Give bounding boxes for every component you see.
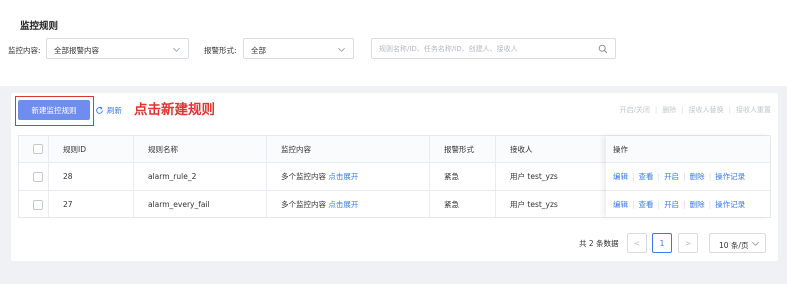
rule-id: 27 [63,200,73,209]
batch-toggle-button[interactable]: 开启/关闭 [620,105,650,115]
search-icon[interactable] [598,44,608,54]
select-all-checkbox[interactable] [33,144,43,154]
batch-delete-button[interactable]: 删除 [662,105,676,115]
batch-actions: 开启/关闭 | 删除 | 接收人替换 | 接收人重置 [619,105,771,115]
next-page-button[interactable]: > [678,233,698,253]
chevron-down-icon [752,241,759,246]
row-checkbox[interactable] [33,199,43,210]
alarm-filter-label: 报警形式: [204,46,237,55]
column-divider [429,136,430,217]
pagination-total: 共 2 条数据 [579,239,619,248]
rule-content: 多个监控内容 [281,172,326,181]
rule-name: alarm_rule_2 [148,172,197,181]
refresh-label: 刷新 [107,106,122,115]
column-divider [266,136,267,217]
header-content: 监控内容 [281,144,311,154]
column-divider [495,136,496,217]
page-size-select[interactable]: 10 条/页 [709,233,766,253]
chevron-down-icon [173,47,180,52]
filter-panel: 监控规则 监控内容: 全部报警内容 报警形式: 全部 [0,0,787,86]
column-divider [133,136,134,217]
rule-receiver: 用户 test_yzs [510,200,558,209]
prev-page-button[interactable]: < [627,233,647,253]
expand-link[interactable]: 点击展开 [328,199,358,210]
rule-receiver: 用户 test_yzs [510,172,558,181]
content-filter-value: 全部报警内容 [54,46,99,55]
rule-name: alarm_every_fail [148,200,210,209]
alarm-filter-select[interactable]: 全部 [243,38,354,59]
alarm-filter-value: 全部 [251,46,266,55]
rule-id: 28 [63,172,73,181]
header-rule-id: 规则ID [63,144,86,154]
rule-alarm-type: 紧急 [444,172,459,181]
expand-link[interactable]: 点击展开 [328,171,358,182]
page-1-button[interactable]: 1 [652,233,672,253]
refresh-button[interactable]: 刷新 [95,105,122,116]
page-title: 监控规则 [20,21,59,32]
batch-replace-receiver-button[interactable]: 接收人替换 [689,105,724,115]
column-divider [48,136,49,217]
content-filter-label: 监控内容: [8,46,41,55]
header-receiver: 接收人 [510,144,533,154]
header-alarm-type: 报警形式 [444,144,474,154]
fixed-actions-column [606,136,770,217]
rules-table: 规则ID 规则名称 监控内容 报警形式 接收人 操作 28 alarm_rule… [18,135,771,218]
page-size-value: 10 条/页 [719,241,749,250]
row-checkbox[interactable] [33,171,43,182]
search-input[interactable] [379,42,594,56]
batch-reset-receiver-button[interactable]: 接收人重置 [736,105,771,115]
content-filter-select[interactable]: 全部报警内容 [46,38,189,59]
highlight-box [15,96,94,126]
search-field[interactable] [371,38,616,59]
annotation-text: 点击新建规则 [134,102,215,118]
refresh-icon [96,106,103,114]
header-rule-name: 规则名称 [148,144,178,154]
rule-alarm-type: 紧急 [444,200,459,209]
chevron-down-icon [338,47,345,52]
rule-content: 多个监控内容 [281,200,326,209]
